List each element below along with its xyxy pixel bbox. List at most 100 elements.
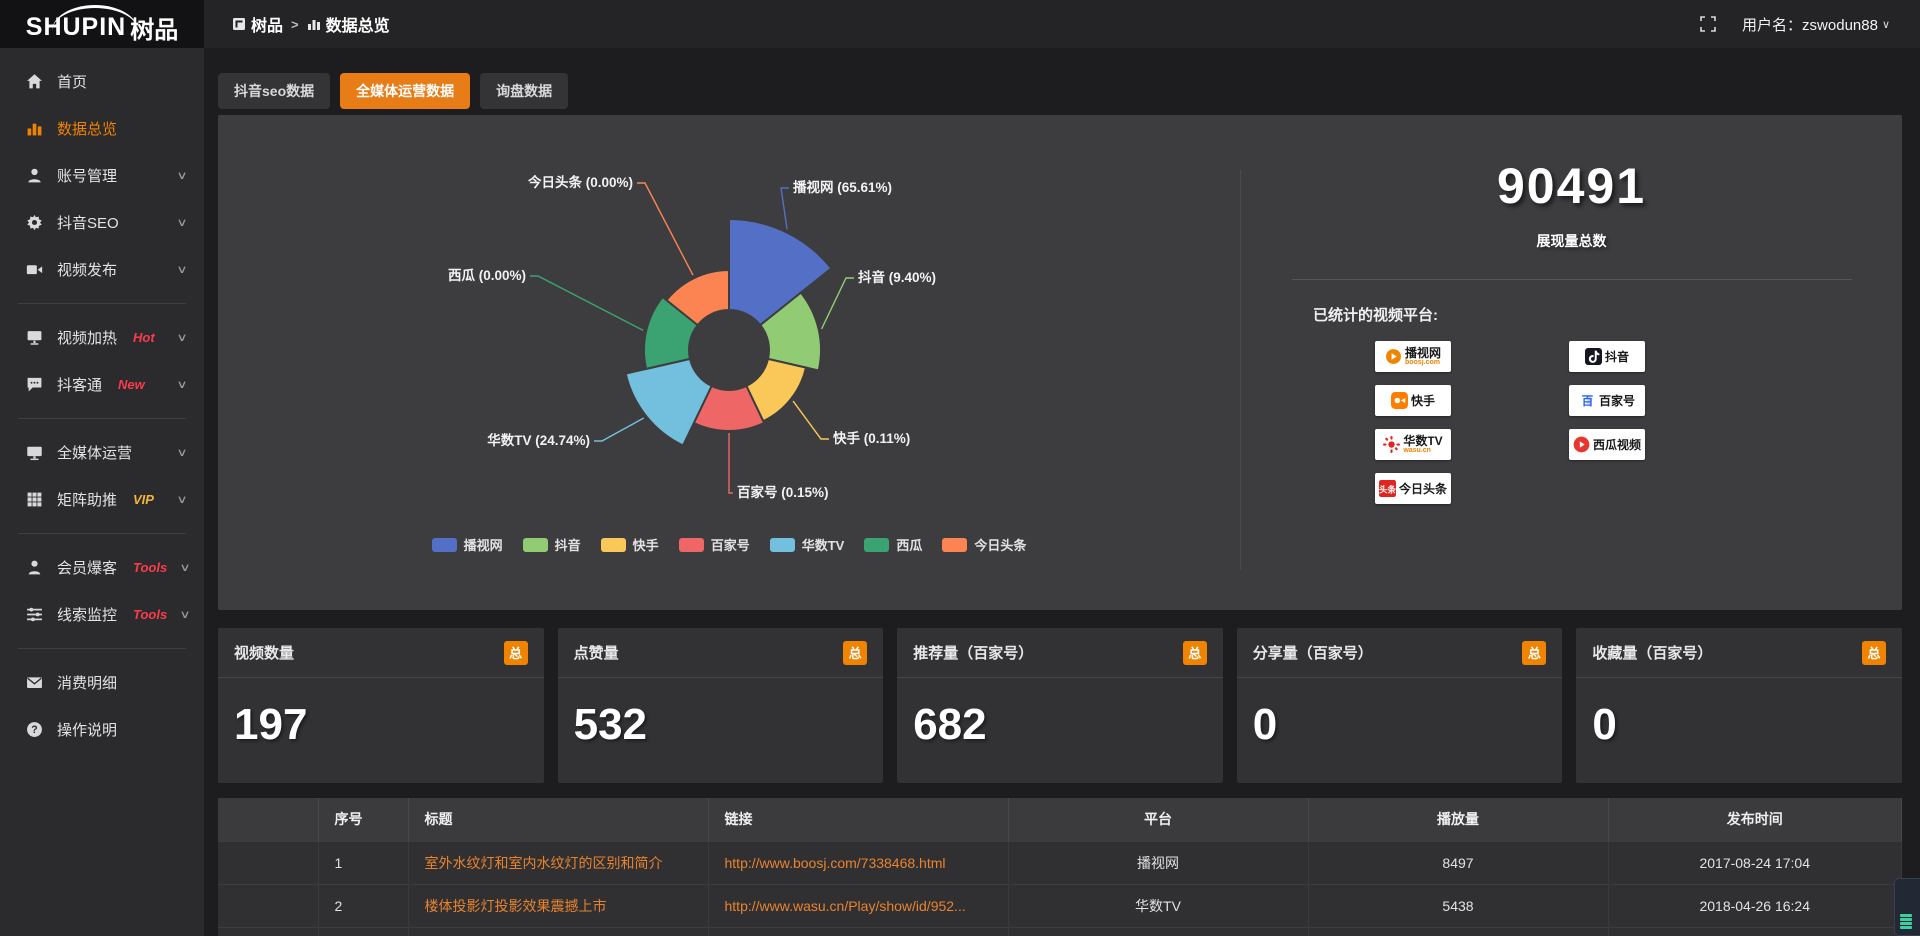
cell-title[interactable]: 室外水纹灯和室内水纹灯的区别和简介 xyxy=(408,841,708,884)
sidebar-item-label: 抖客通 xyxy=(57,374,102,395)
sidebar-item-label: 消费明细 xyxy=(57,672,117,693)
pie-label-line xyxy=(637,183,693,275)
platform-badge-name: 西瓜视频 xyxy=(1593,436,1641,453)
col-title: 标题 xyxy=(408,798,708,841)
chevron-down-icon: ∨ xyxy=(176,493,187,506)
legend-label: 抖音 xyxy=(555,535,581,554)
sidebar-item-2[interactable]: 数据总览 xyxy=(0,105,204,152)
sidebar-divider xyxy=(18,303,186,304)
platform-badge-name: 抖音 xyxy=(1605,348,1629,365)
platform-badge-sub: wasu.cn xyxy=(1403,447,1431,454)
legend-item-百家号[interactable]: 百家号 xyxy=(679,535,750,554)
cell-seq: 1 xyxy=(318,841,408,884)
stat-card-4: 分享量（百家号）总0 xyxy=(1237,628,1563,783)
impressions-summary: 90491 展现量总数 已统计的视频平台: 播视网boosj.com快手华数TV… xyxy=(1241,115,1902,610)
sidebar-item-1[interactable]: 首页 xyxy=(0,58,204,105)
platform-badges: 播视网boosj.com快手华数TVwasu.cn头条今日头条 抖音百百家号西瓜… xyxy=(1241,341,1902,561)
breadcrumb-item-current[interactable]: 数据总览 xyxy=(307,12,390,36)
floating-widget[interactable] xyxy=(1894,878,1920,936)
stat-card-1: 视频数量总197 xyxy=(218,628,544,783)
legend-item-西瓜[interactable]: 西瓜 xyxy=(864,535,922,554)
sidebar-item-9[interactable]: 矩阵助推VIP∨ xyxy=(0,476,204,523)
username-menu[interactable]: 用户名：zswodun88 ∨ xyxy=(1742,14,1890,35)
chat-icon xyxy=(26,376,43,393)
platform-badge-sub: boosj.com xyxy=(1405,359,1440,366)
total-badge: 总 xyxy=(1862,641,1886,665)
tab-1[interactable]: 抖音seo数据 xyxy=(218,73,330,109)
platform-badge-西瓜视频: 西瓜视频 xyxy=(1569,429,1645,460)
legend-item-快手[interactable]: 快手 xyxy=(601,535,659,554)
breadcrumb: 树品 > 数据总览 xyxy=(232,12,390,36)
cell-platform: 播视网 xyxy=(1008,841,1308,884)
platform-badge-百家号: 百百家号 xyxy=(1569,385,1645,416)
kuaishou-logo-icon xyxy=(1391,392,1408,409)
sidebar-item-6[interactable]: 视频加热Hot∨ xyxy=(0,314,204,361)
sidebar-item-8[interactable]: 全媒体运营∨ xyxy=(0,429,204,476)
douyin-logo-icon xyxy=(1585,348,1602,365)
fullscreen-icon[interactable] xyxy=(1700,16,1716,32)
legend-swatch xyxy=(432,538,457,552)
grid-icon xyxy=(26,491,43,508)
stat-card-value: 197 xyxy=(218,678,544,750)
stat-card-value: 0 xyxy=(1237,678,1563,750)
sidebar-item-11[interactable]: 线索监控Tools∨ xyxy=(0,591,204,638)
platform-badge-name: 播视网 xyxy=(1405,347,1441,359)
pie-label: 抖音 (9.40%) xyxy=(858,269,936,285)
total-badge: 总 xyxy=(1522,641,1546,665)
pie-slice-华数TV[interactable] xyxy=(626,359,712,446)
legend-item-播视网[interactable]: 播视网 xyxy=(432,535,503,554)
legend-item-抖音[interactable]: 抖音 xyxy=(523,535,581,554)
sidebar-item-10[interactable]: 会员爆客Tools∨ xyxy=(0,544,204,591)
legend-label: 今日头条 xyxy=(974,535,1026,554)
platform-badge-name: 今日头条 xyxy=(1399,480,1447,497)
pie-label: 播视网 (65.61%) xyxy=(793,179,892,195)
table-row-2: 2楼体投影灯投影效果震撼上市http://www.wasu.cn/Play/sh… xyxy=(218,884,1902,927)
sidebar-item-label: 账号管理 xyxy=(57,165,117,186)
tab-3[interactable]: 询盘数据 xyxy=(480,73,568,109)
chevron-down-icon: ∨ xyxy=(180,608,191,621)
sidebar-item-7[interactable]: 抖客通New∨ xyxy=(0,361,204,408)
sidebar-item-13[interactable]: ?操作说明 xyxy=(0,706,204,753)
toutiao-logo-icon: 头条 xyxy=(1379,480,1396,497)
sidebar-item-12[interactable]: 消费明细 xyxy=(0,659,204,706)
pie-label-line xyxy=(530,276,643,330)
breadcrumb-label: 数据总览 xyxy=(326,12,390,36)
stat-cards: 视频数量总197点赞量总532推荐量（百家号）总682分享量（百家号）总0收藏量… xyxy=(218,628,1902,783)
pie-label: 快手 (0.11%) xyxy=(833,430,910,446)
sidebar-item-3[interactable]: 账号管理∨ xyxy=(0,152,204,199)
sidebar-item-5[interactable]: 视频发布∨ xyxy=(0,246,204,293)
sidebar: 首页数据总览账号管理∨抖音SEO∨视频发布∨视频加热Hot∨抖客通New∨全媒体… xyxy=(0,48,204,936)
cell-title[interactable]: 楼体投影灯投影效果震撼上市 xyxy=(408,884,708,927)
platform-badge-抖音: 抖音 xyxy=(1569,341,1645,372)
breadcrumb-item-home[interactable]: 树品 xyxy=(232,12,283,36)
sidebar-item-label: 视频发布 xyxy=(57,259,117,280)
stat-card-value: 682 xyxy=(897,678,1223,750)
sidebar-item-badge: Tools xyxy=(133,560,167,575)
chevron-down-icon: ∨ xyxy=(176,378,187,391)
legend-item-今日头条[interactable]: 今日头条 xyxy=(942,535,1026,554)
data-tabs: 抖音seo数据全媒体运营数据询盘数据 xyxy=(218,73,568,109)
sidebar-item-label: 抖音SEO xyxy=(57,212,119,233)
barchart-icon xyxy=(26,120,43,137)
table-row-partial xyxy=(218,927,1902,936)
person-icon xyxy=(26,559,43,576)
legend-swatch xyxy=(679,538,704,552)
pie-label: 华数TV (24.74%) xyxy=(487,432,590,448)
legend-label: 百家号 xyxy=(711,535,750,554)
impressions-total-label: 展现量总数 xyxy=(1241,231,1902,251)
chart-legend: 播视网 抖音 快手 百家号 华数TV 西瓜 今日头条 xyxy=(218,535,1240,554)
cell-link[interactable]: http://www.boosj.com/7338468.html xyxy=(725,855,1008,871)
mail-icon xyxy=(26,674,43,691)
pie-label-line xyxy=(729,433,733,493)
stat-card-3: 推荐量（百家号）总682 xyxy=(897,628,1223,783)
sidebar-item-4[interactable]: 抖音SEO∨ xyxy=(0,199,204,246)
tab-2[interactable]: 全媒体运营数据 xyxy=(340,73,470,109)
pie-label: 百家号 (0.15%) xyxy=(737,484,829,500)
col-platform: 平台 xyxy=(1008,798,1308,841)
sidebar-item-badge: VIP xyxy=(133,492,154,507)
monitor-icon xyxy=(26,444,43,461)
col-link: 链接 xyxy=(708,798,1008,841)
legend-item-华数TV[interactable]: 华数TV xyxy=(770,535,845,554)
wasu-logo-icon xyxy=(1383,436,1400,453)
cell-link[interactable]: http://www.wasu.cn/Play/show/id/952... xyxy=(725,898,1008,914)
